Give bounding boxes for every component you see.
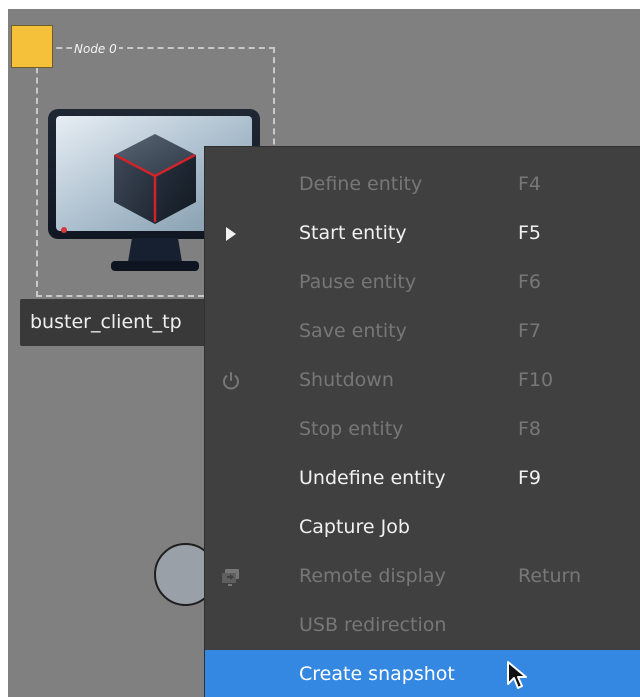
menu-item-shutdown[interactable]: Shutdown F10	[205, 356, 640, 405]
menu-label: Undefine entity	[299, 467, 446, 489]
entity-canvas[interactable]: Node 0 buster_client_tp Define entity F4…	[8, 9, 640, 697]
menu-icon-placeholder	[219, 601, 243, 650]
remote-display-icon	[219, 552, 243, 601]
menu-item-remote-display[interactable]: Remote display Return	[205, 552, 640, 601]
menu-icon-placeholder	[219, 160, 243, 209]
menu-icon-placeholder	[219, 307, 243, 356]
menu-shortcut: Return	[518, 565, 582, 587]
menu-shortcut: F6	[518, 271, 542, 293]
menu-item-save-entity[interactable]: Save entity F7	[205, 307, 640, 356]
menu-label: USB redirection	[299, 614, 447, 636]
menu-icon-placeholder	[219, 503, 243, 552]
menu-label: Start entity	[299, 222, 407, 244]
menu-item-start-entity[interactable]: Start entity F5	[205, 209, 640, 258]
menu-shortcut: F8	[518, 418, 542, 440]
menu-shortcut: F5	[518, 222, 542, 244]
menu-label: Pause entity	[299, 271, 417, 293]
menu-shortcut: F9	[518, 467, 542, 489]
client-name-label[interactable]: buster_client_tp	[20, 299, 228, 346]
play-icon	[219, 209, 243, 258]
menu-icon-placeholder	[219, 650, 243, 697]
menu-label: Create snapshot	[299, 663, 455, 685]
menu-shortcut: F4	[518, 173, 542, 195]
menu-label: Remote display	[299, 565, 446, 587]
menu-label: Capture Job	[299, 516, 410, 538]
menu-item-pause-entity[interactable]: Pause entity F6	[205, 258, 640, 307]
node-status-badge[interactable]	[11, 25, 53, 68]
menu-icon-placeholder	[219, 258, 243, 307]
menu-shortcut: F7	[518, 320, 542, 342]
menu-item-usb-redirection[interactable]: USB redirection	[205, 601, 640, 650]
power-icon	[219, 356, 243, 405]
menu-item-undefine-entity[interactable]: Undefine entity F9	[205, 454, 640, 503]
menu-shortcut: F10	[518, 369, 554, 391]
menu-item-stop-entity[interactable]: Stop entity F8	[205, 405, 640, 454]
menu-icon-placeholder	[219, 454, 243, 503]
menu-item-create-snapshot[interactable]: Create snapshot	[205, 650, 640, 697]
menu-label: Shutdown	[299, 369, 394, 391]
menu-item-capture-job[interactable]: Capture Job	[205, 503, 640, 552]
menu-icon-placeholder	[219, 405, 243, 454]
context-menu: Define entity F4 Start entity F5 Pause e…	[204, 146, 640, 697]
mouse-cursor-icon	[506, 660, 528, 690]
menu-label: Stop entity	[299, 418, 404, 440]
menu-label: Save entity	[299, 320, 407, 342]
menu-label: Define entity	[299, 173, 423, 195]
node-label: Node 0	[72, 41, 119, 57]
menu-item-define-entity[interactable]: Define entity F4	[205, 160, 640, 209]
